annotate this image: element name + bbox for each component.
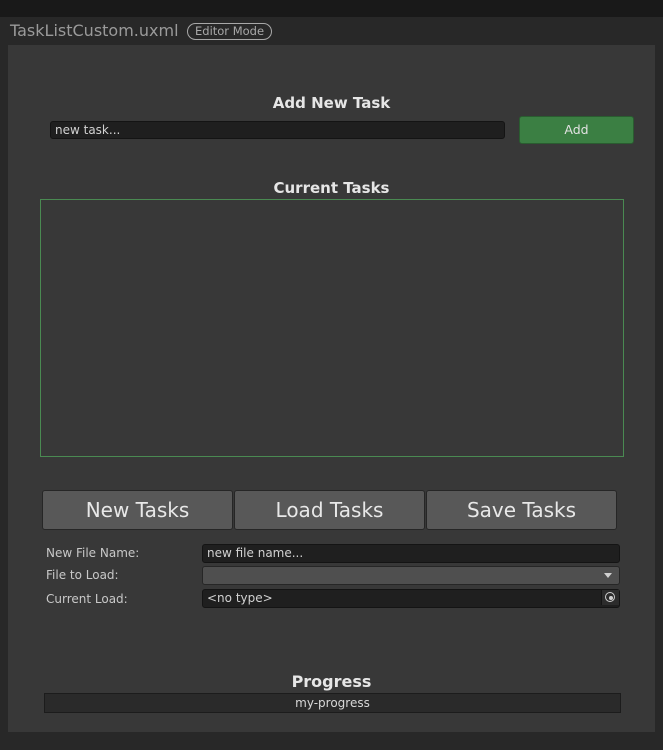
new-task-input[interactable]: new task... bbox=[50, 121, 505, 139]
add-task-heading: Add New Task bbox=[272, 94, 391, 112]
save-tasks-button[interactable]: Save Tasks bbox=[426, 490, 617, 530]
editor-mode-badge: Editor Mode bbox=[187, 23, 273, 40]
file-to-load-label: File to Load: bbox=[46, 568, 119, 582]
file-name-label: New File Name: bbox=[46, 546, 140, 560]
new-tasks-button[interactable]: New Tasks bbox=[42, 490, 233, 530]
file-to-load-dropdown[interactable] bbox=[202, 566, 620, 585]
file-name-input[interactable]: new file name... bbox=[202, 544, 620, 563]
current-load-label: Current Load: bbox=[46, 592, 128, 606]
object-picker-button[interactable] bbox=[601, 590, 619, 605]
current-load-field[interactable]: <no type> bbox=[202, 589, 620, 608]
current-load-value: <no type> bbox=[202, 589, 620, 608]
task-list[interactable] bbox=[40, 199, 624, 457]
add-task-button[interactable]: Add bbox=[519, 116, 634, 144]
current-tasks-heading: Current Tasks bbox=[273, 179, 390, 197]
target-icon-dot bbox=[608, 595, 613, 600]
load-tasks-button[interactable]: Load Tasks bbox=[234, 490, 425, 530]
top-strip bbox=[0, 0, 663, 17]
progress-heading: Progress bbox=[291, 672, 372, 691]
dropdown-arrow-icon bbox=[604, 573, 612, 578]
progress-bar: my-progress bbox=[44, 693, 621, 713]
document-title: TaskListCustom.uxml bbox=[10, 21, 179, 40]
